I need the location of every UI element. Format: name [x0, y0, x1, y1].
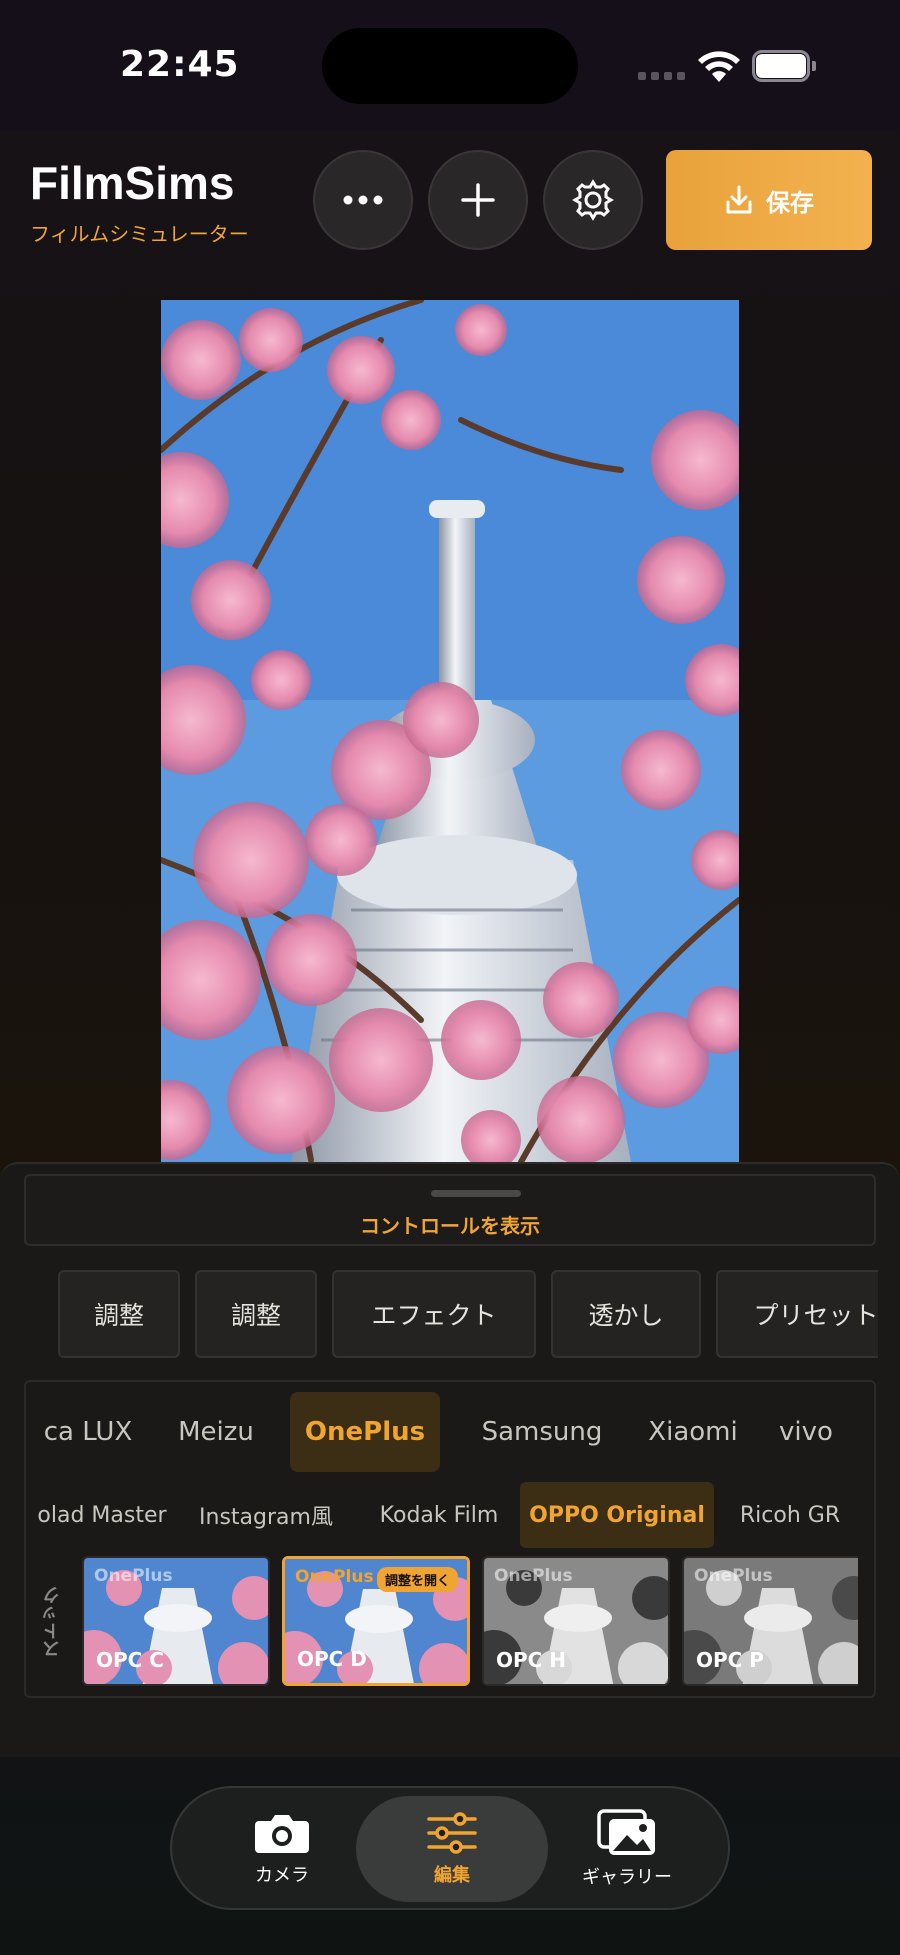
- plus-icon: [461, 183, 495, 217]
- sliders-icon: [427, 1812, 477, 1854]
- nav-label: ギャラリー: [582, 1867, 672, 1888]
- thumb-brand: OnePlus: [94, 1566, 173, 1586]
- show-controls-label: コントロールを表示: [360, 1214, 540, 1238]
- open-adjust-badge[interactable]: 調整を開く: [377, 1567, 459, 1592]
- add-button[interactable]: [428, 150, 528, 250]
- download-icon: [726, 185, 752, 214]
- brand-item[interactable]: Samsung: [462, 1392, 622, 1472]
- tool-tabs: 調整 調整 エフェクト 透かし プリセット: [58, 1270, 878, 1360]
- more-icon: [343, 195, 383, 205]
- brand-item-selected[interactable]: OnePlus: [290, 1392, 440, 1472]
- stock-label: ストック: [42, 1586, 63, 1658]
- settings-button[interactable]: [543, 150, 643, 250]
- thumb-brand: OnePlus: [694, 1566, 773, 1586]
- gear-icon: [572, 179, 614, 221]
- status-bar: 22:45: [0, 0, 900, 130]
- tab-adjust-2[interactable]: 調整: [195, 1270, 317, 1358]
- category-item[interactable]: olad Master: [38, 1482, 167, 1548]
- brand-selector: ca LUX Meizu OnePlus Samsung Xiaomi vivo: [38, 1390, 874, 1474]
- gallery-icon: [597, 1809, 655, 1855]
- drag-handle[interactable]: [431, 1190, 521, 1197]
- filter-thumbnails: OnePlus OPC C OnePlus 調整を開く OPC D OnePlu…: [82, 1556, 858, 1688]
- brand-item[interactable]: Meizu: [166, 1392, 266, 1472]
- filter-thumb-opc-d[interactable]: OnePlus 調整を開く OPC D: [282, 1556, 470, 1686]
- nav-label: 編集: [434, 1865, 470, 1886]
- brand-item[interactable]: vivo: [766, 1392, 846, 1472]
- thumb-name: OPC C: [96, 1648, 164, 1672]
- nav-label: カメラ: [255, 1865, 309, 1886]
- preview-image: [161, 300, 739, 1162]
- dynamic-island: [322, 28, 578, 104]
- status-time: 22:45: [120, 44, 240, 85]
- filter-thumb-opc-h[interactable]: OnePlus OPC H: [482, 1556, 670, 1686]
- camera-icon: [255, 1815, 309, 1853]
- battery-icon: [752, 50, 816, 82]
- photo-preview[interactable]: [161, 300, 739, 1162]
- category-item[interactable]: Ricoh GR: [732, 1482, 848, 1548]
- thumb-brand: OnePlus: [295, 1567, 374, 1587]
- save-label: 保存: [766, 188, 814, 217]
- app-title: FilmSims: [30, 157, 235, 209]
- filter-thumb-opc-p[interactable]: OnePlus OPC P: [682, 1556, 858, 1686]
- tab-adjust[interactable]: 調整: [58, 1270, 180, 1358]
- thumb-name: OPC D: [297, 1647, 367, 1671]
- category-selector: olad Master Instagram風 Kodak Film OPPO O…: [38, 1482, 874, 1548]
- category-item[interactable]: Instagram風: [186, 1482, 346, 1548]
- thumb-brand: OnePlus: [494, 1566, 573, 1586]
- more-button[interactable]: [313, 150, 413, 250]
- thumb-name: OPC P: [696, 1648, 764, 1672]
- nav-camera[interactable]: カメラ: [202, 1796, 362, 1902]
- bottom-nav: カメラ 編集 ギャラリー: [170, 1786, 730, 1910]
- filter-thumb-opc-c[interactable]: OnePlus OPC C: [82, 1556, 270, 1686]
- tab-watermark[interactable]: 透かし: [551, 1270, 701, 1358]
- nav-gallery[interactable]: ギャラリー: [542, 1796, 712, 1902]
- tab-presets[interactable]: プリセット: [716, 1270, 878, 1358]
- show-controls-button[interactable]: コントロールを表示: [24, 1174, 876, 1246]
- brand-item[interactable]: ca LUX: [38, 1392, 138, 1472]
- save-button[interactable]: 保存: [666, 150, 872, 250]
- thumb-name: OPC H: [496, 1648, 567, 1672]
- brand-item[interactable]: Xiaomi: [638, 1392, 748, 1472]
- app-subtitle: フィルムシミュレーター: [30, 222, 249, 246]
- category-item[interactable]: Kodak Film: [364, 1482, 514, 1548]
- wifi-icon: [698, 51, 740, 82]
- category-item-selected[interactable]: OPPO Original: [520, 1482, 714, 1548]
- nav-edit[interactable]: 編集: [356, 1796, 548, 1902]
- cellular-signal-icon: [638, 72, 685, 80]
- tab-effects[interactable]: エフェクト: [332, 1270, 536, 1358]
